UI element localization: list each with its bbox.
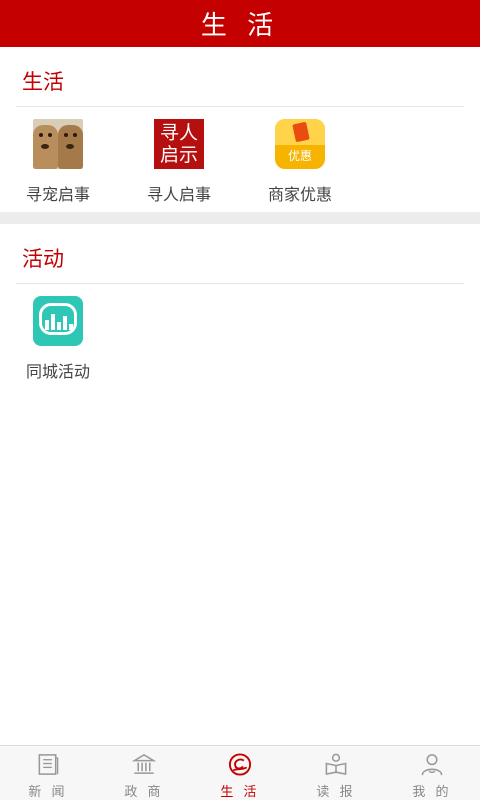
lost-pet-item[interactable]: 寻宠启事 bbox=[0, 119, 118, 209]
missing-person-item[interactable]: 寻人 启示 寻人启事 bbox=[119, 119, 239, 209]
tab-read-paper[interactable]: 读 报 bbox=[288, 746, 384, 800]
user-profile-icon bbox=[421, 754, 443, 776]
coupon-deal-icon: 优惠 bbox=[275, 119, 325, 169]
page-header: 生 活 bbox=[0, 0, 480, 47]
reader-icon bbox=[325, 753, 347, 776]
lost-pet-label: 寻宠启事 bbox=[25, 185, 90, 204]
bottom-tab-bar: 新 闻 政 商 生 活 读 报 我 的 bbox=[0, 745, 480, 800]
section-title-activity: 活动 bbox=[22, 247, 64, 271]
section-separator-band bbox=[0, 212, 480, 224]
government-building-icon bbox=[131, 753, 157, 774]
pet-dogs-icon bbox=[33, 119, 83, 169]
missing-person-notice-icon: 寻人 启示 bbox=[154, 119, 204, 169]
section-title-life: 生活 bbox=[22, 70, 64, 94]
city-activity-icon bbox=[33, 296, 83, 346]
merchant-deals-label: 商家优惠 bbox=[267, 185, 332, 204]
tab-life[interactable]: 生 活 bbox=[192, 746, 288, 800]
section-divider bbox=[16, 106, 464, 107]
tab-life-label: 生 活 bbox=[220, 785, 260, 800]
tab-gov-business[interactable]: 政 商 bbox=[96, 746, 192, 800]
missing-person-label: 寻人启事 bbox=[146, 185, 211, 204]
tab-news[interactable]: 新 闻 bbox=[0, 746, 96, 800]
life-section: 生活 寻宠启事 寻人 启示 寻人启事 优惠 商家优惠 bbox=[0, 47, 480, 212]
tab-mine-label: 我 的 bbox=[412, 785, 452, 800]
tab-mine[interactable]: 我 的 bbox=[384, 746, 480, 800]
life-swirl-icon bbox=[228, 753, 252, 776]
city-activity-label: 同城活动 bbox=[25, 362, 90, 381]
section-divider bbox=[16, 283, 464, 284]
newspaper-icon bbox=[38, 754, 59, 775]
tab-read-paper-label: 读 报 bbox=[316, 785, 356, 800]
merchant-deals-item[interactable]: 优惠 商家优惠 bbox=[240, 119, 360, 209]
activity-section: 活动 同城活动 bbox=[0, 224, 480, 394]
tab-news-label: 新 闻 bbox=[28, 785, 68, 800]
icon-text-line1: 寻人 bbox=[159, 122, 198, 144]
city-activity-item[interactable]: 同城活动 bbox=[0, 296, 118, 386]
tab-gov-business-label: 政 商 bbox=[124, 785, 164, 800]
page-title: 生 活 bbox=[200, 11, 280, 41]
coupon-icon-text: 优惠 bbox=[287, 149, 312, 163]
icon-text-line2: 启示 bbox=[159, 144, 198, 166]
